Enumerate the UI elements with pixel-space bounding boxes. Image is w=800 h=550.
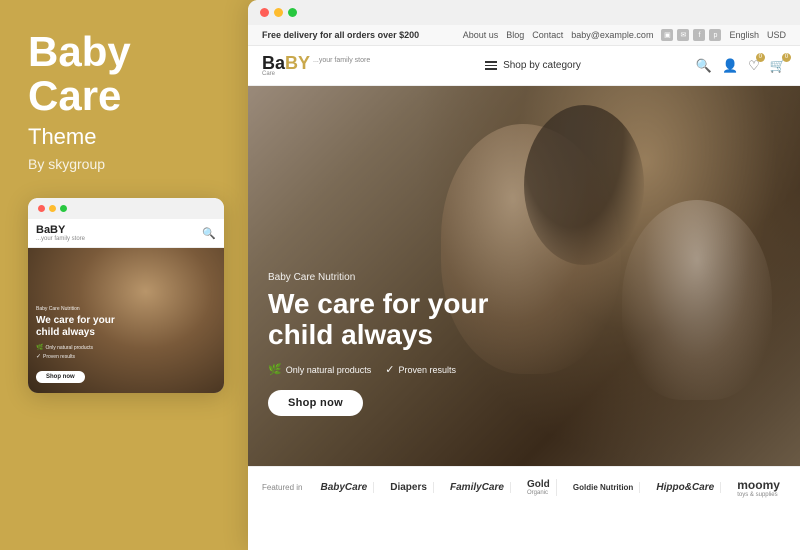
main-browser: Free delivery for all orders over $200 A… [248, 0, 800, 550]
mini-search-icon[interactable]: 🔍 [202, 227, 216, 240]
pinterest-icon[interactable]: p [709, 29, 721, 41]
mini-shop-button[interactable]: Shop now [36, 371, 85, 383]
mini-logo-sub: ...your family store [36, 236, 85, 242]
nav-logo-text: BaBY [262, 54, 310, 72]
hamburger-icon[interactable] [485, 61, 497, 70]
topbar-about[interactable]: About us [463, 30, 499, 40]
cart-icon[interactable]: 🛒 0 [770, 58, 786, 74]
proven-icon: ✓ [385, 363, 394, 376]
brand-logos: BabyCare Diapers FamilyCare Gold Organic… [314, 478, 786, 498]
nav-logo-accent: BY [285, 53, 310, 73]
brand-logo-diapers: Diapers [384, 482, 434, 493]
wishlist-icon[interactable]: ♡ 0 [748, 58, 760, 74]
natural-icon: 🌿 [268, 363, 282, 376]
mini-logo-text: BaBY [36, 224, 85, 236]
left-panel: Baby Care Theme By skygroup BaBY ...your… [0, 0, 248, 550]
hero-badge-natural: 🌿 Only natural products [268, 363, 371, 376]
mini-hero: Baby Care Nutrition We care for your chi… [28, 248, 224, 393]
mini-badge-natural: 🌿 Only natural products [36, 344, 216, 351]
brand-logo-babycare: BabyCare [314, 482, 374, 493]
main-browser-bar [248, 0, 800, 25]
mini-badges: 🌿 Only natural products ✓ Proven results [36, 344, 216, 360]
nav-center: Shop by category [485, 60, 581, 71]
topbar-shipping: Free delivery for all orders over $200 [262, 30, 419, 40]
nav-icons: 🔍 👤 ♡ 0 🛒 0 [696, 58, 786, 74]
hero-head-shape [524, 105, 644, 265]
hero-shop-button[interactable]: Shop now [268, 390, 363, 416]
account-icon[interactable]: 👤 [722, 58, 738, 74]
mini-hero-overlay: Baby Care Nutrition We care for your chi… [36, 306, 216, 383]
mini-nav: BaBY ...your family store 🔍 [28, 219, 224, 248]
brand-by: By skygroup [28, 156, 105, 172]
mini-browser: BaBY ...your family store 🔍 Baby Care Nu… [28, 198, 224, 393]
main-nav: BaBY Care ...your family store Shop by c… [248, 46, 800, 86]
topbar-right: About us Blog Contact baby@example.com ▣… [463, 29, 786, 41]
nav-tagline: ...your family store [313, 57, 370, 64]
hero-headline: We care for your child always [268, 289, 548, 351]
hero-content: Baby Care Nutrition We care for your chi… [268, 272, 780, 416]
mini-dot-green [60, 205, 67, 212]
topbar-currency[interactable]: USD [767, 30, 786, 40]
twitter-icon[interactable]: ✉ [677, 29, 689, 41]
main-dot-green [288, 8, 297, 17]
hero-badges: 🌿 Only natural products ✓ Proven results [268, 363, 780, 376]
brand-logo-moomy: moomy toys & supplies [731, 478, 786, 498]
mini-nutrition-label: Baby Care Nutrition [36, 306, 216, 312]
brand-logo-goldie: Goldie Nutrition [567, 482, 640, 493]
brand-subtitle: Theme [28, 124, 96, 150]
leaf-icon: 🌿 [36, 344, 43, 351]
main-dot-yellow [274, 8, 283, 17]
nav-shop-label[interactable]: Shop by category [503, 60, 581, 71]
top-bar: Free delivery for all orders over $200 A… [248, 25, 800, 46]
topbar-lang[interactable]: English [729, 30, 759, 40]
topbar-blog[interactable]: Blog [506, 30, 524, 40]
mini-headline: We care for your child always [36, 315, 216, 339]
brand-title: Baby Care [28, 30, 131, 118]
mini-dot-red [38, 205, 45, 212]
brand-logo-hippo: Hippo&Care [650, 482, 721, 493]
brand-logo-gold: Gold Organic [521, 479, 557, 496]
topbar-contact[interactable]: Contact [532, 30, 563, 40]
mini-badge-proven: ✓ Proven results [36, 353, 216, 360]
cart-badge: 0 [782, 53, 791, 62]
search-icon[interactable]: 🔍 [696, 58, 712, 74]
instagram-icon[interactable]: ▣ [661, 29, 673, 41]
mini-logo: BaBY ...your family store [36, 224, 85, 242]
brand-logo-familycare: FamilyCare [444, 482, 511, 493]
hero-badge-proven: ✓ Proven results [385, 363, 456, 376]
mini-dot-yellow [49, 205, 56, 212]
wishlist-badge: 0 [756, 53, 765, 62]
brands-featured-label: Featured in [262, 483, 302, 492]
facebook-icon[interactable]: f [693, 29, 705, 41]
hero-nutrition-label: Baby Care Nutrition [268, 272, 780, 283]
topbar-email: baby@example.com [571, 30, 653, 40]
nav-logo: BaBY Care ...your family store [262, 54, 370, 77]
main-dot-red [260, 8, 269, 17]
topbar-social-icons: ▣ ✉ f p [661, 29, 721, 41]
check-icon: ✓ [36, 353, 41, 360]
brands-bar: Featured in BabyCare Diapers FamilyCare … [248, 466, 800, 508]
mini-browser-bar [28, 198, 224, 219]
hero-section: Baby Care Nutrition We care for your chi… [248, 86, 800, 466]
